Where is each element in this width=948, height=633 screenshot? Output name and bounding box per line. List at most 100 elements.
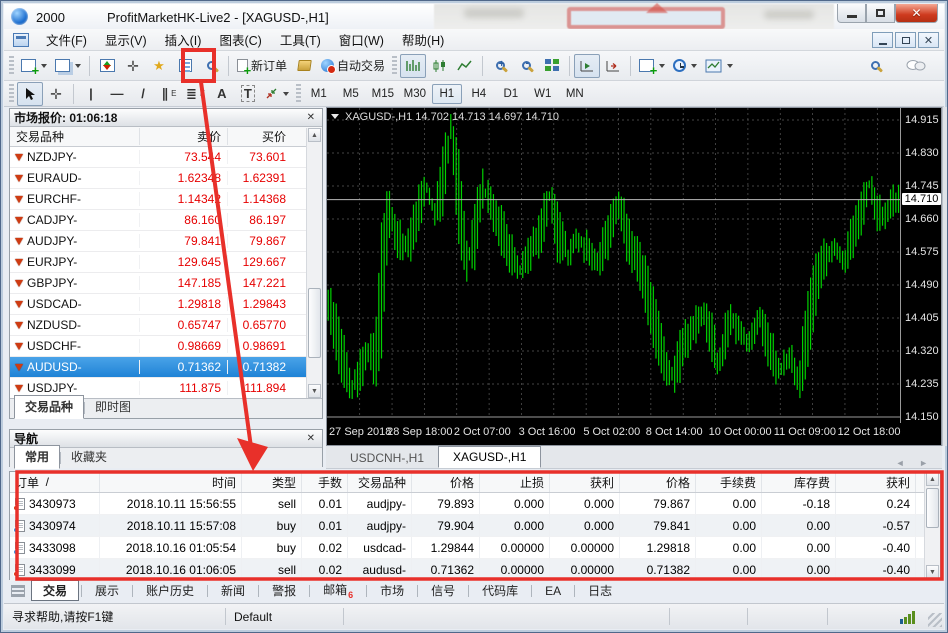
bar-chart-mode-button[interactable] (400, 54, 426, 78)
terminal-tab-代码库[interactable]: 代码库 (471, 581, 529, 600)
timeframe-button-m1[interactable]: M1 (304, 84, 334, 104)
market-watch-toggle-button[interactable] (94, 54, 120, 78)
toolbar-grip[interactable] (392, 56, 397, 76)
resize-grip[interactable] (928, 613, 942, 627)
orders-column-7[interactable]: 获利 (550, 472, 620, 492)
timeframe-button-m5[interactable]: M5 (336, 84, 366, 104)
market-watch-row[interactable]: NZDUSD-0.657470.65770 (10, 315, 322, 336)
market-watch-title-bar[interactable]: 市场报价: 01:06:18 ✕ (10, 109, 322, 127)
orders-column-1[interactable]: 时间 (100, 472, 242, 492)
price-axis[interactable]: 14.91514.83014.74514.66014.57514.49014.4… (900, 108, 942, 423)
toolbar-grip[interactable] (296, 84, 301, 104)
chart-tab-XAGUSD-,H1[interactable]: XAGUSD-,H1 (438, 446, 541, 468)
orders-column-10[interactable]: 库存费 (762, 472, 836, 492)
market-watch-row[interactable]: EURCHF-1.143421.14368 (10, 189, 322, 210)
timeframe-button-d1[interactable]: D1 (496, 84, 526, 104)
order-row[interactable]: 34309732018.10.11 15:56:55sell0.01audjpy… (10, 493, 940, 515)
scroll-thumb[interactable] (926, 488, 939, 528)
crosshair-tool-button[interactable]: ✛ (43, 82, 69, 106)
title-bar[interactable]: 2000 ProfitMarketHK-Live2 - [XAGUSD-,H1]… (4, 4, 944, 29)
market-watch-row[interactable]: CADJPY-86.16086.197 (10, 210, 322, 231)
column-ask[interactable]: 买价 (228, 128, 290, 145)
terminal-tab-交易[interactable]: 交易 (31, 580, 79, 601)
community-chat-button[interactable] (902, 54, 930, 78)
new-order-button[interactable]: +新订单 (233, 54, 291, 78)
scroll-up-icon[interactable]: ▲ (926, 472, 939, 486)
navigator-close-icon[interactable]: ✕ (304, 433, 318, 444)
auto-scroll-button[interactable] (574, 54, 600, 78)
navigator-tab-常用[interactable]: 常用 (14, 445, 60, 469)
timeframe-button-h1[interactable]: H1 (432, 84, 462, 104)
status-profile-section[interactable]: Default (226, 608, 344, 625)
orders-column-11[interactable]: 获利 (836, 472, 916, 492)
market-watch-row[interactable]: EURJPY-129.645129.667 (10, 252, 322, 273)
market-watch-tab-即时图[interactable]: 即时图 (85, 396, 141, 418)
zoom-out-button[interactable]: - (513, 54, 539, 78)
templates-button[interactable] (701, 54, 737, 78)
terminal-tab-警报[interactable]: 警报 (261, 581, 307, 600)
chart-profiles-button[interactable] (51, 54, 85, 78)
terminal-tab-EA[interactable]: EA (534, 583, 572, 599)
fibonacci-tool-button[interactable]: ≣F (182, 82, 209, 106)
tile-windows-button[interactable] (539, 54, 565, 78)
horizontal-line-tool-button[interactable]: — (104, 82, 130, 106)
market-watch-row[interactable]: GBPJPY-147.185147.221 (10, 273, 322, 294)
chart-collapse-icon[interactable] (331, 114, 339, 119)
orders-column-6[interactable]: 止损 (480, 472, 550, 492)
candlestick-mode-button[interactable] (426, 54, 452, 78)
chart-shift-button[interactable] (600, 54, 626, 78)
market-watch-row[interactable]: AUDUSD-0.713620.71382 (10, 357, 322, 378)
timeframe-button-m15[interactable]: M15 (368, 84, 398, 104)
menu-item-图表(C)[interactable]: 图表(C) (210, 27, 270, 52)
scroll-down-icon[interactable]: ▼ (926, 565, 939, 579)
column-symbol[interactable]: 交易品种 (10, 128, 140, 145)
orders-column-9[interactable]: 手续费 (696, 472, 762, 492)
cursor-tool-button[interactable] (17, 82, 43, 106)
navigator-toggle-button[interactable]: ★ (146, 54, 172, 78)
terminal-tab-市场[interactable]: 市场 (369, 581, 415, 600)
toolbar-grip[interactable] (9, 84, 14, 104)
vertical-line-tool-button[interactable]: | (78, 82, 104, 106)
scroll-thumb[interactable] (308, 288, 321, 358)
zoom-in-button[interactable]: + (487, 54, 513, 78)
orders-column-4[interactable]: 交易品种 (348, 472, 412, 492)
scroll-down-icon[interactable]: ▼ (308, 384, 321, 398)
terminal-tab-邮箱[interactable]: 邮箱6 (312, 580, 364, 600)
toolbar-grip[interactable] (9, 56, 14, 76)
market-watch-row[interactable]: AUDJPY-79.84179.867 (10, 231, 322, 252)
arrows-tool-button[interactable] (261, 82, 293, 106)
window-maximize-button[interactable] (866, 4, 895, 23)
autotrading-button[interactable]: 自动交易 (317, 54, 389, 78)
terminal-toggle-button[interactable] (172, 54, 198, 78)
window-minimize-button[interactable] (837, 4, 866, 23)
terminal-tab-新闻[interactable]: 新闻 (210, 581, 256, 600)
search-button[interactable] (862, 54, 888, 78)
market-watch-row[interactable]: USDCAD-1.298181.29843 (10, 294, 322, 315)
timeframe-button-w1[interactable]: W1 (528, 84, 558, 104)
text-tool-button[interactable]: A (209, 82, 235, 106)
menu-item-文件(F)[interactable]: 文件(F) (37, 27, 96, 52)
terminal-tab-日志[interactable]: 日志 (577, 581, 623, 600)
terminal-tab-展示[interactable]: 展示 (84, 581, 130, 600)
order-row[interactable]: 34309742018.10.11 15:57:08buy0.01audjpy-… (10, 515, 940, 537)
line-chart-mode-button[interactable] (452, 54, 478, 78)
price-chart[interactable] (327, 108, 900, 423)
chart-vertical-scrollbar[interactable] (942, 107, 948, 446)
menu-item-工具(T)[interactable]: 工具(T) (271, 27, 330, 52)
periods-button[interactable] (669, 54, 701, 78)
chart-window[interactable]: XAGUSD-,H1 14.702 14.713 14.697 14.710 1… (326, 107, 942, 446)
equidistant-channel-tool-button[interactable]: ∥E (156, 82, 182, 106)
terminal-tab-账户历史[interactable]: 账户历史 (135, 581, 205, 600)
menu-item-帮助(H)[interactable]: 帮助(H) (393, 27, 453, 52)
metaeditor-button[interactable] (291, 54, 317, 78)
terminal-tab-信号[interactable]: 信号 (420, 581, 466, 600)
scroll-up-icon[interactable]: ▲ (308, 128, 321, 142)
strategy-tester-button[interactable] (198, 54, 224, 78)
mdi-close-button[interactable]: ✕ (918, 32, 939, 48)
menu-item-插入(I)[interactable]: 插入(I) (156, 27, 211, 52)
orders-column-2[interactable]: 类型 (242, 472, 302, 492)
orders-column-8[interactable]: 价格 (620, 472, 696, 492)
text-label-tool-button[interactable]: T (235, 82, 261, 106)
order-row[interactable]: 34330982018.10.16 01:05:54buy0.02usdcad-… (10, 537, 940, 559)
trendline-tool-button[interactable]: / (130, 82, 156, 106)
